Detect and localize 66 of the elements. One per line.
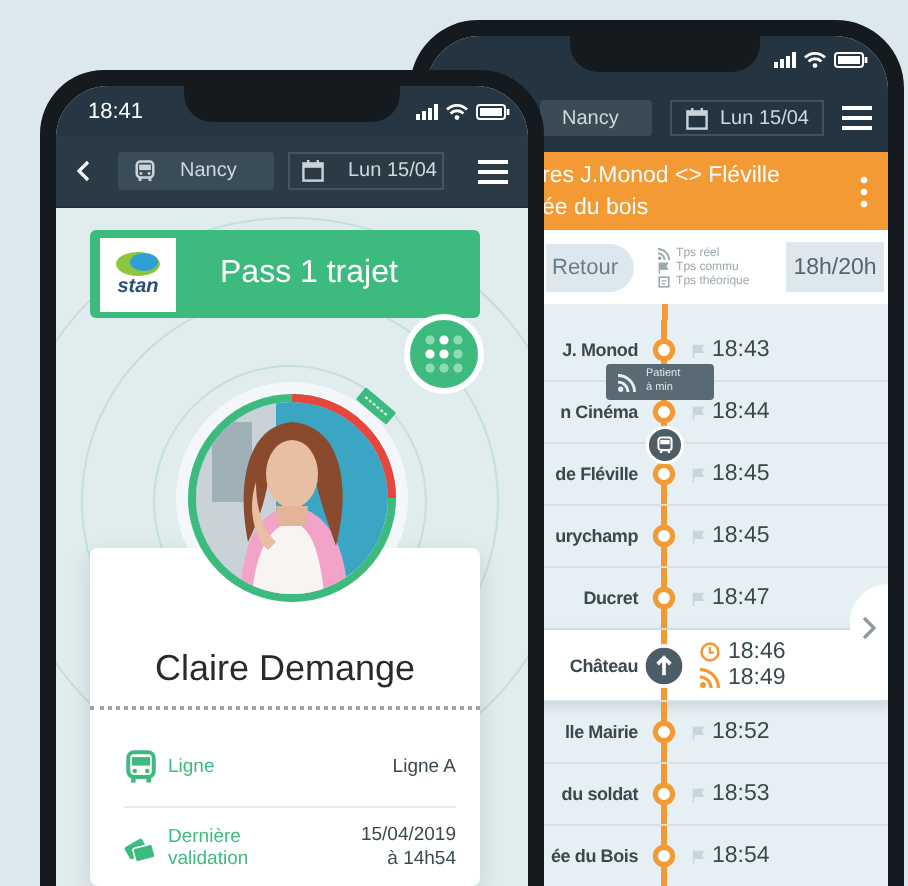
battery-icon [834, 52, 868, 68]
holder-name: Claire Demange [152, 646, 418, 692]
calendar-icon [686, 107, 708, 129]
flag-icon [692, 405, 706, 419]
rss-icon [658, 247, 671, 259]
stop-time: 18:49 [728, 666, 786, 690]
date-field[interactable]: Lun 15/04 [670, 100, 824, 136]
pass-title: Pass 1 trajet [220, 256, 398, 292]
stop-time: 18:45 [712, 524, 770, 548]
date-field[interactable]: Lun 15/04 [288, 152, 444, 190]
rss-icon [618, 373, 636, 391]
logo-text: stan [117, 278, 159, 298]
chevron-right-icon [862, 616, 876, 640]
wifi-icon [804, 52, 826, 68]
flag-icon [692, 787, 706, 801]
stop-time: 18:52 [712, 720, 770, 744]
clock-icon [700, 642, 720, 662]
flag-icon [692, 725, 706, 739]
detail-label: Dernière validation [168, 825, 251, 869]
calendar-icon [302, 160, 324, 182]
signal-icon [416, 103, 438, 119]
route-title: ée du bois [542, 193, 651, 223]
progress-arc [292, 394, 396, 498]
wifi-icon [446, 103, 468, 119]
menu-icon[interactable] [478, 159, 508, 183]
rss-icon [700, 668, 720, 688]
battery-icon [476, 103, 510, 119]
stop-name[interactable]: ée du Bois [550, 846, 642, 866]
detail-value: 15/04/2019 à 14h54 [358, 823, 456, 871]
stop-time: 18:45 [712, 462, 770, 486]
stop-time: 18:47 [712, 586, 770, 610]
bus-marker-icon[interactable] [646, 426, 684, 464]
stop-name[interactable]: de Fléville [555, 464, 642, 484]
stop-name[interactable]: urychamp [555, 526, 642, 546]
stop-name[interactable]: Château [569, 655, 642, 675]
city-field[interactable]: Nancy [118, 152, 274, 190]
flag-icon [692, 849, 706, 863]
status-time: 18:41 [88, 99, 144, 123]
stop-time: 18:46 [728, 640, 786, 664]
detail-value: Ligne A [390, 755, 456, 779]
stop-time: 18:44 [712, 400, 770, 424]
flag-icon [692, 591, 706, 605]
stop-name[interactable]: lle Mairie [564, 722, 642, 742]
route-title: res J.Monod <> Fléville [542, 161, 780, 191]
stop-name[interactable]: J. Monod [562, 340, 642, 360]
back-icon[interactable] [76, 160, 90, 182]
schedule-icon [658, 275, 671, 287]
stop-time: 18:43 [712, 338, 770, 362]
menu-icon[interactable] [842, 106, 872, 130]
stop-time: 18:53 [712, 782, 770, 806]
flag-icon [658, 261, 671, 273]
bus-icon [134, 160, 156, 182]
stop-name[interactable]: n Cinéma [560, 402, 642, 422]
detail-label: Ligne [168, 756, 217, 778]
dots-grid-icon [424, 334, 464, 374]
city-field[interactable]: Nancy [540, 100, 652, 136]
flag-icon [692, 529, 706, 543]
flag-icon [692, 343, 706, 357]
flag-icon [692, 467, 706, 481]
stop-name[interactable]: Ducret [583, 588, 642, 608]
stop-name[interactable]: du soldat [561, 784, 642, 804]
logo-icon [112, 250, 164, 278]
bus-icon [124, 750, 158, 784]
time-range-button[interactable]: 18h/20h [786, 242, 884, 292]
stop-time: 18:54 [712, 844, 770, 868]
signal-icon [774, 52, 796, 68]
